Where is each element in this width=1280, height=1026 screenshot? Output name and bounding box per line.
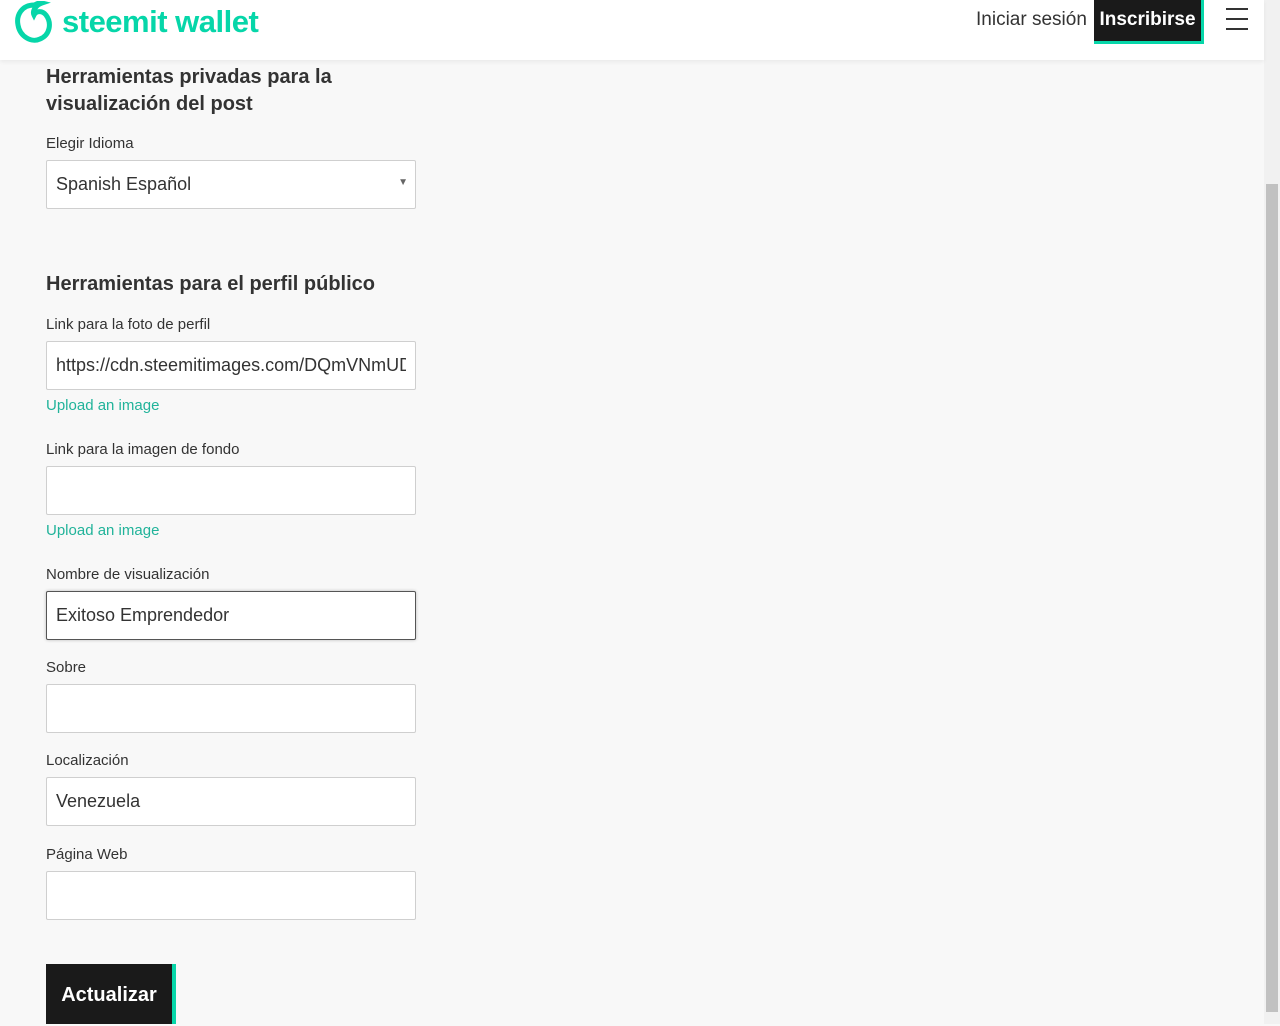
signin-link[interactable]: Iniciar sesión xyxy=(976,6,1087,34)
update-button[interactable]: Actualizar xyxy=(46,964,176,1024)
hamburger-menu-icon[interactable] xyxy=(1226,8,1248,30)
logo-text: steemit wallet xyxy=(62,3,259,39)
about-input[interactable] xyxy=(46,684,416,733)
dropdown-arrow-icon: ▼ xyxy=(398,177,408,188)
display-name-label: Nombre de visualización xyxy=(46,566,210,583)
private-tools-title-line2: visualización del post xyxy=(46,93,253,115)
location-label: Localización xyxy=(46,752,129,769)
display-name-input[interactable] xyxy=(46,591,416,640)
cover-image-input[interactable] xyxy=(46,466,416,515)
page-scrollbar[interactable] xyxy=(1264,0,1280,1024)
public-profile-title: Herramientas para el perfil público xyxy=(46,273,375,295)
language-select[interactable]: Spanish Español ▼ xyxy=(46,160,416,209)
website-input[interactable] xyxy=(46,871,416,920)
private-tools-title-line1: Herramientas privadas para la xyxy=(46,66,332,88)
scrollbar-thumb[interactable] xyxy=(1266,184,1278,1012)
signup-button[interactable]: Inscribirse xyxy=(1094,0,1204,44)
steemit-logo-icon xyxy=(15,1,52,43)
private-tools-section: Herramientas privadas para la visualizac… xyxy=(46,64,332,118)
cover-image-label: Link para la imagen de fondo xyxy=(46,441,240,458)
language-label: Elegir Idioma xyxy=(46,135,134,152)
steemit-wallet-logo[interactable]: steemit wallet xyxy=(14,0,259,46)
site-header: steemit wallet Iniciar sesión Inscribirs… xyxy=(0,0,1264,60)
location-input[interactable] xyxy=(46,777,416,826)
profile-picture-label: Link para la foto de perfil xyxy=(46,316,211,333)
upload-cover-image-link[interactable]: Upload an image xyxy=(46,522,159,540)
profile-picture-input[interactable] xyxy=(46,341,416,390)
website-label: Página Web xyxy=(46,846,128,863)
about-label: Sobre xyxy=(46,659,87,676)
upload-profile-image-link[interactable]: Upload an image xyxy=(46,397,159,415)
language-select-value[interactable]: Spanish Español xyxy=(46,160,416,209)
